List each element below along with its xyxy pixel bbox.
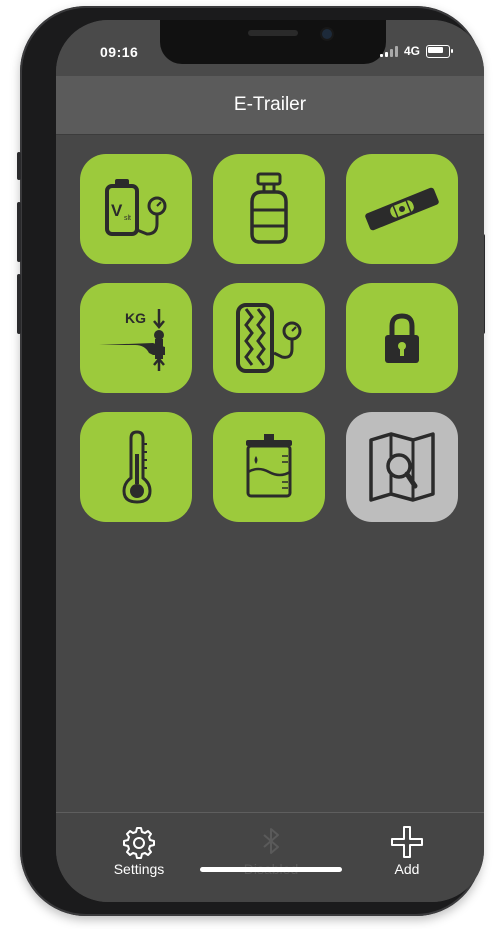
padlock-icon (385, 313, 419, 363)
front-camera (322, 29, 332, 39)
volume-up-button (17, 202, 21, 262)
network-type: 4G (403, 44, 420, 58)
tire-pressure-icon (236, 303, 302, 373)
app-screen: 09:16 4G E-Trailer V slt KG Settings Add (56, 20, 484, 902)
signal-icon (379, 45, 398, 57)
tab-settings-label: Settings (113, 861, 165, 877)
status-time: 09:16 (100, 44, 139, 60)
thermometer-icon (122, 430, 152, 504)
volume-down-button (17, 274, 21, 334)
notch (160, 20, 386, 64)
hitch-load-icon: KG (99, 309, 165, 371)
tile-tire-pressure[interactable] (213, 283, 325, 393)
status-indicators: 4G (379, 44, 453, 58)
voltage-label: V (111, 201, 123, 220)
bottom-tab-bar: Settings Disabled Add (56, 812, 484, 902)
tile-temperature[interactable] (80, 412, 192, 522)
app-header: E-Trailer (56, 76, 484, 135)
status-bar: 09:16 4G (56, 20, 484, 76)
spirit-level-icon (365, 187, 439, 231)
tile-spirit-level[interactable] (346, 154, 458, 264)
water-tank-icon (246, 434, 292, 498)
tile-lock[interactable] (346, 283, 458, 393)
voltage-sub-label: slt (124, 215, 131, 222)
tile-gas-bottle[interactable] (213, 154, 325, 264)
tab-add-label: Add (394, 861, 420, 877)
gas-bottle-icon (250, 172, 288, 244)
tile-water-tank[interactable] (213, 412, 325, 522)
tile-battery-voltage[interactable]: V slt (80, 154, 192, 264)
bluetooth-icon (263, 828, 279, 854)
home-indicator[interactable] (200, 867, 342, 872)
tab-add[interactable]: Add (362, 825, 452, 877)
phone-frame: 09:16 4G E-Trailer V slt KG Settings Add (17, 6, 485, 916)
page-title: E-Trailer (233, 94, 307, 115)
battery-voltage-icon: V slt (105, 179, 167, 236)
hitch-load-label: KG (125, 310, 146, 326)
plus-icon (391, 826, 423, 858)
battery-icon (426, 44, 453, 58)
tile-map-search[interactable] (346, 412, 458, 522)
speaker-grille (248, 30, 298, 36)
tab-settings[interactable]: Settings (94, 825, 184, 877)
mute-switch (17, 152, 21, 180)
map-search-icon (369, 432, 435, 502)
gear-icon (123, 827, 155, 859)
tile-hitch-load[interactable]: KG (80, 283, 192, 393)
